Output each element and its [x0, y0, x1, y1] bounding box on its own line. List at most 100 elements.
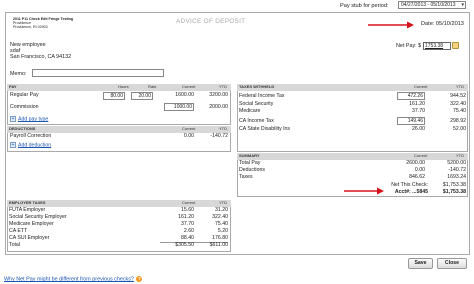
pay-row-label: Commission	[10, 104, 39, 110]
employer-tax-ytd: 5.20	[217, 228, 228, 234]
company-address: Providence, RI 02903	[13, 25, 48, 29]
pay-col-hours: Hours	[118, 84, 129, 89]
tax-row-current: 37.70	[412, 108, 425, 114]
add-pay-type-label[interactable]: Add pay type	[18, 116, 48, 122]
summary-header-label: SUMMARY	[239, 153, 260, 158]
save-button[interactable]: Save	[408, 258, 433, 269]
period-select-value: 04/27/2013 - 05/10/2013	[401, 2, 456, 8]
summary-col-current: Current	[414, 153, 428, 158]
employer-tax-current: 161.20	[178, 214, 194, 220]
net-pay-value: 1753.38	[425, 43, 444, 49]
summary-row-label: Total Pay	[239, 160, 261, 166]
amount-input[interactable]: 1000.00	[164, 103, 194, 111]
summary-col-ytd: YTD	[456, 153, 464, 158]
tax-row-ytd: 944.52	[450, 93, 466, 99]
tax-row-label: CA Income Tax	[239, 118, 274, 124]
summary-row-label: Taxes	[239, 174, 253, 180]
summary-row-ytd: -140.72	[448, 167, 466, 173]
summary-row-current: 2600.00	[406, 160, 425, 166]
tax-amount-input[interactable]: 149.46	[397, 117, 425, 125]
pay-row-current: 1600.00	[175, 92, 194, 98]
tax-row-label: Federal Income Tax	[239, 93, 285, 99]
memo-input[interactable]	[32, 69, 164, 77]
pay-col-rate: Rate	[148, 84, 157, 89]
deductions-header-label: DEDUCTIONS	[9, 126, 36, 131]
taxes-col-current: Current	[414, 84, 428, 89]
tax-row-label: Social Security	[239, 101, 274, 107]
employer-taxes-col-ytd: YTD	[219, 200, 227, 205]
pay-row-ytd: 3200.00	[209, 92, 228, 98]
tax-row-current: 26.00	[412, 126, 425, 132]
hours-input[interactable]: 80.00	[103, 92, 125, 100]
employer-tax-label: Medicare Employer	[9, 221, 54, 227]
taxes-col-ytd: YTD	[456, 84, 464, 89]
help-link[interactable]: Why Net Pay might be different from prev…	[4, 276, 134, 282]
employer-tax-label: FUTA Employer	[9, 207, 46, 213]
tax-row-ytd: 298.92	[450, 118, 466, 124]
employer-tax-current: 37.70	[181, 221, 194, 227]
close-button[interactable]: Close	[437, 258, 467, 269]
employer-tax-ytd: 31.20	[215, 207, 228, 213]
net-this-check-value: $1,753.38	[442, 182, 466, 188]
period-select[interactable]: 04/27/2013 - 05/10/2013 ▾	[398, 1, 466, 9]
help-icon[interactable]: ?	[136, 276, 143, 282]
check-icon	[452, 42, 459, 49]
summary-row-ytd: 1693.24	[447, 174, 466, 180]
add-pay-type-link[interactable]: + Add pay type	[10, 116, 48, 123]
pay-col-current: Current	[182, 84, 196, 89]
tax-amount-input[interactable]: 472.26	[397, 92, 425, 100]
pay-stub-label: Pay stub for period:	[340, 3, 389, 9]
summary-row-current: 846.62	[409, 174, 425, 180]
plus-icon: +	[10, 116, 16, 122]
tax-row-current: 161.20	[409, 101, 425, 107]
rate-input[interactable]: 20.00	[131, 92, 153, 100]
taxes-header-label: TAXES WITHHELD	[239, 84, 275, 89]
employer-tax-current: 15.60	[181, 207, 194, 213]
employee-city: San Francisco, CA 94132	[10, 54, 72, 60]
tax-row-label: CA State Disability Ins	[239, 126, 291, 132]
tax-row-ytd: 322.40	[450, 101, 466, 107]
tax-row-ytd: 75.40	[453, 108, 466, 114]
deductions-col-current: Current	[182, 126, 196, 131]
employer-tax-label: Social Security Employer	[9, 214, 67, 220]
pay-header-label: PAY	[9, 84, 17, 89]
net-pay-label: Net Pay: $	[396, 43, 422, 49]
pay-header: PAY Hours Rate Current YTD	[7, 84, 231, 91]
net-pay-field: 1753.38	[423, 42, 451, 50]
employer-tax-label: CA ETT	[9, 228, 28, 234]
arrow-icon	[344, 187, 384, 195]
account-value: $1,753.38	[442, 189, 466, 195]
tax-row-label: Medicare	[239, 108, 261, 114]
deduction-row-ytd: -140.72	[210, 133, 228, 139]
chevron-down-icon: ▾	[461, 2, 464, 8]
pay-row-label: Regular Pay	[10, 92, 39, 98]
summary-row-ytd: 5200.00	[447, 160, 466, 166]
employer-tax-current: 88.40	[181, 235, 194, 241]
arrow-icon	[368, 21, 414, 29]
pay-row-ytd: 2000.00	[209, 104, 228, 110]
add-deduction-label[interactable]: Add deduction	[18, 142, 51, 148]
plus-icon: +	[10, 142, 16, 148]
employer-taxes-header-label: EMPLOYER TAXES	[9, 200, 46, 205]
deduction-row-current: 0.00	[183, 133, 194, 139]
pay-col-ytd: YTD	[219, 84, 227, 89]
memo-label: Memo:	[10, 71, 27, 77]
summary-header: SUMMARY Current YTD	[237, 153, 468, 160]
summary-row-current: 0.00	[414, 167, 425, 173]
employer-taxes-col-current: Current	[182, 200, 196, 205]
employer-tax-label: CA SUI Employer	[9, 235, 50, 241]
tax-row-ytd: 52.00	[453, 126, 466, 132]
stub-date: Date: 05/10/2013	[421, 21, 464, 27]
deductions-col-ytd: YTD	[219, 126, 227, 131]
employer-taxes-header: EMPLOYER TAXES Current YTD	[7, 200, 231, 207]
employer-tax-ytd: 75.40	[215, 221, 228, 227]
summary-row-label: Deductions	[239, 167, 265, 173]
deductions-header: DEDUCTIONS Current YTD	[7, 126, 231, 133]
employer-tax-ytd: 176.80	[212, 235, 228, 241]
employer-tax-ytd: 322.40	[212, 214, 228, 220]
employer-tax-total-current: $305.50	[175, 242, 194, 248]
add-deduction-link[interactable]: + Add deduction	[10, 142, 51, 149]
help-link-row[interactable]: Why Net Pay might be different from prev…	[4, 276, 143, 282]
employer-tax-total-label: Total	[9, 242, 20, 248]
deduction-row-label: Payroll Correction	[10, 133, 52, 139]
